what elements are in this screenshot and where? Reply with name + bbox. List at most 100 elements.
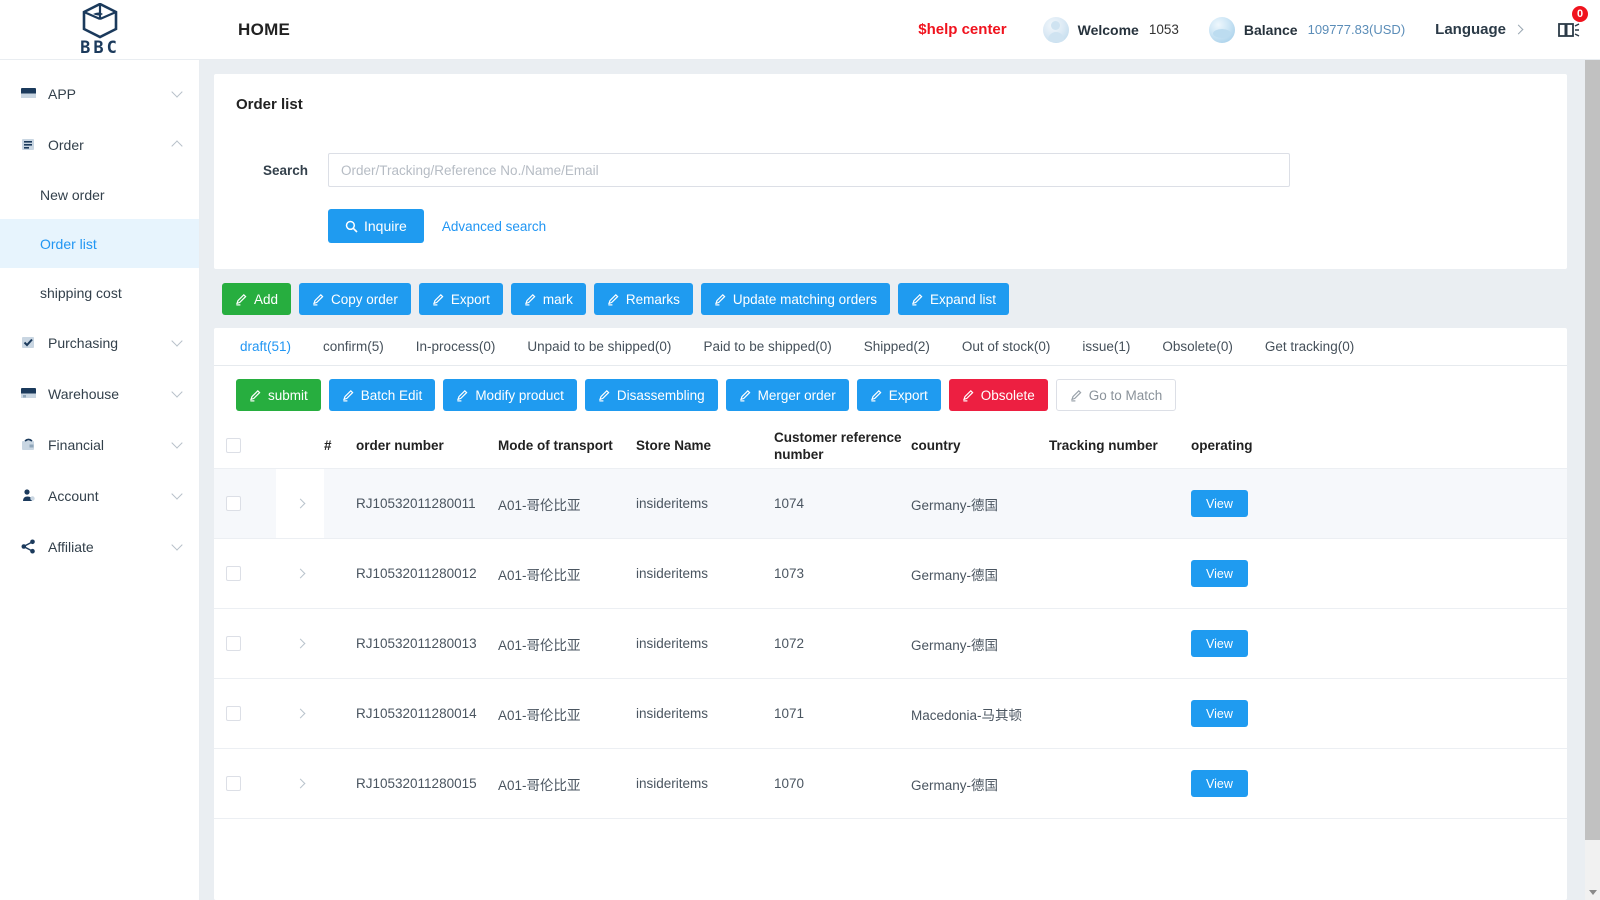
view-button[interactable]: View [1191,560,1248,587]
sidebar-item-account[interactable]: Account [0,470,199,521]
logo[interactable]: BBC [0,0,200,60]
button-label: Modify product [475,387,564,403]
button-expand-list[interactable]: Expand list [897,283,1009,315]
pencil-icon [1070,389,1082,401]
row-expand-icon[interactable] [295,638,305,649]
inquire-label: Inquire [364,218,407,234]
panel-title: Order list [236,96,303,113]
sidebar-item-warehouse[interactable]: Warehouse [0,368,199,419]
scroll-down-arrow[interactable] [1585,885,1600,900]
tab-draft-51-[interactable]: draft(51) [224,328,307,365]
sidebar-item-affiliate[interactable]: Affiliate [0,521,199,572]
row-expand-icon[interactable] [295,778,305,789]
row-checkbox[interactable] [226,496,241,511]
help-center-link[interactable]: $help center [918,21,1006,38]
button-copy-order[interactable]: Copy order [299,283,411,315]
sidebar-label-affiliate: Affiliate [48,538,94,555]
sidebar: APP Order New order Order list shipping … [0,60,200,900]
sidebar-item-purchasing[interactable]: Purchasing [0,317,199,368]
tab-confirm-5-[interactable]: confirm(5) [307,328,400,365]
search-row: Search [236,153,1545,187]
button-label: submit [268,387,308,403]
cell-country: Germany-德国 [911,497,999,513]
column-customer-reference-number: Customer reference number [774,429,902,462]
button-label: Expand list [929,291,996,307]
chevron-down-icon [171,385,183,398]
row-checkbox[interactable] [226,776,241,791]
button-submit[interactable]: submit [236,379,321,411]
table-row[interactable]: RJ10532011280012 A01-哥伦比亚 insideritems 1073… [214,539,1567,609]
sidebar-label-warehouse: Warehouse [48,385,120,402]
table-row[interactable]: RJ10532011280015 A01-哥伦比亚 insideritems 1070… [214,749,1567,819]
table-body[interactable]: RJ10532011280011 A01-哥伦比亚 insideritems 1074… [214,469,1567,900]
tab-shipped-2-[interactable]: Shipped(2) [848,328,946,365]
tab-paid-to-be-shipped-0-[interactable]: Paid to be shipped(0) [687,328,847,365]
tab-out-of-stock-0-[interactable]: Out of stock(0) [946,328,1067,365]
view-button[interactable]: View [1191,700,1248,727]
sidebar-item-new-order[interactable]: New order [0,170,199,219]
sidebar-item-app[interactable]: APP [0,68,199,119]
button-remarks[interactable]: Remarks [593,283,693,315]
cube-logo-icon [82,2,118,38]
secondary-toolbar: submit Batch Edit Modify product Disasse… [214,366,1567,423]
row-expand-icon[interactable] [295,568,305,579]
row-expand-icon[interactable] [295,498,305,509]
sidebar-item-order-list[interactable]: Order list [0,219,199,268]
table-row[interactable]: RJ10532011280011 A01-哥伦比亚 insideritems 1074… [214,469,1567,539]
button-merger-order[interactable]: Merger order [725,379,849,411]
advanced-search-link[interactable]: Advanced search [442,219,546,234]
search-label: Search [262,162,308,178]
notification-button[interactable]: 0 [1556,5,1588,43]
sidebar-label-app: APP [48,85,77,102]
financial-icon [22,438,34,450]
tab-in-process-0-[interactable]: In-process(0) [400,328,512,365]
pencil-icon [607,293,619,305]
logo-text: BBC [80,37,120,58]
button-label: Export [888,387,928,403]
button-export[interactable]: Export [856,379,941,411]
button-obsolete[interactable]: Obsolete [948,379,1048,411]
tab-get-tracking-0-[interactable]: Get tracking(0) [1249,328,1370,365]
table-row[interactable]: RJ10532011280014 A01-哥伦比亚 insideritems 1071… [214,679,1567,749]
tab-obsolete-0-[interactable]: Obsolete(0) [1146,328,1249,365]
button-batch-edit[interactable]: Batch Edit [328,379,436,411]
row-checkbox[interactable] [226,636,241,651]
sidebar-item-financial[interactable]: Financial [0,419,199,470]
row-checkbox[interactable] [226,706,241,721]
avatar [1042,16,1069,43]
tab-unpaid-to-be-shipped-0-[interactable]: Unpaid to be shipped(0) [511,328,687,365]
button-export[interactable]: Export [418,283,503,315]
page-scrollbar-thumb[interactable] [1585,60,1600,840]
cell-country: Germany-德国 [911,567,999,583]
page-scrollbar[interactable] [1585,60,1600,900]
tab-issue-1-[interactable]: issue(1) [1066,328,1146,365]
button-add[interactable]: Add [222,283,292,315]
view-button[interactable]: View [1191,630,1248,657]
cell-customer-reference-number: 1072 [774,636,805,651]
row-expand-icon[interactable] [295,708,305,719]
expand-header-spacer [276,423,324,468]
language-selector[interactable]: Language [1435,21,1524,38]
button-label: Export [450,291,490,307]
view-button[interactable]: View [1191,770,1248,797]
inquire-button[interactable]: Inquire [328,209,424,243]
sidebar-item-shipping-cost[interactable]: shipping cost [0,268,199,317]
cell-order-number: RJ10532011280014 [356,706,477,721]
warehouse-icon [21,388,36,398]
cell-country: Macedonia-马其顿 [911,707,1023,723]
order-icon [22,139,34,150]
sidebar-item-order[interactable]: Order [0,119,199,170]
select-all-checkbox[interactable] [226,438,241,453]
view-button[interactable]: View [1191,490,1248,517]
button-mark[interactable]: mark [510,283,586,315]
table-row[interactable]: RJ10532011280013 A01-哥伦比亚 insideritems 1072… [214,609,1567,679]
button-modify-product[interactable]: Modify product [443,379,577,411]
row-checkbox[interactable] [226,566,241,581]
cell-store-name: insideritems [636,636,709,651]
status-tabs: draft(51) confirm(5) In-process(0) Unpaid t… [214,328,1567,366]
button-update-matching-orders[interactable]: Update matching orders [700,283,890,315]
button-label: Obsolete [980,387,1035,403]
button-go-to-match[interactable]: Go to Match [1055,379,1177,411]
button-disassembling[interactable]: Disassembling [584,379,718,411]
search-input[interactable] [328,153,1290,187]
